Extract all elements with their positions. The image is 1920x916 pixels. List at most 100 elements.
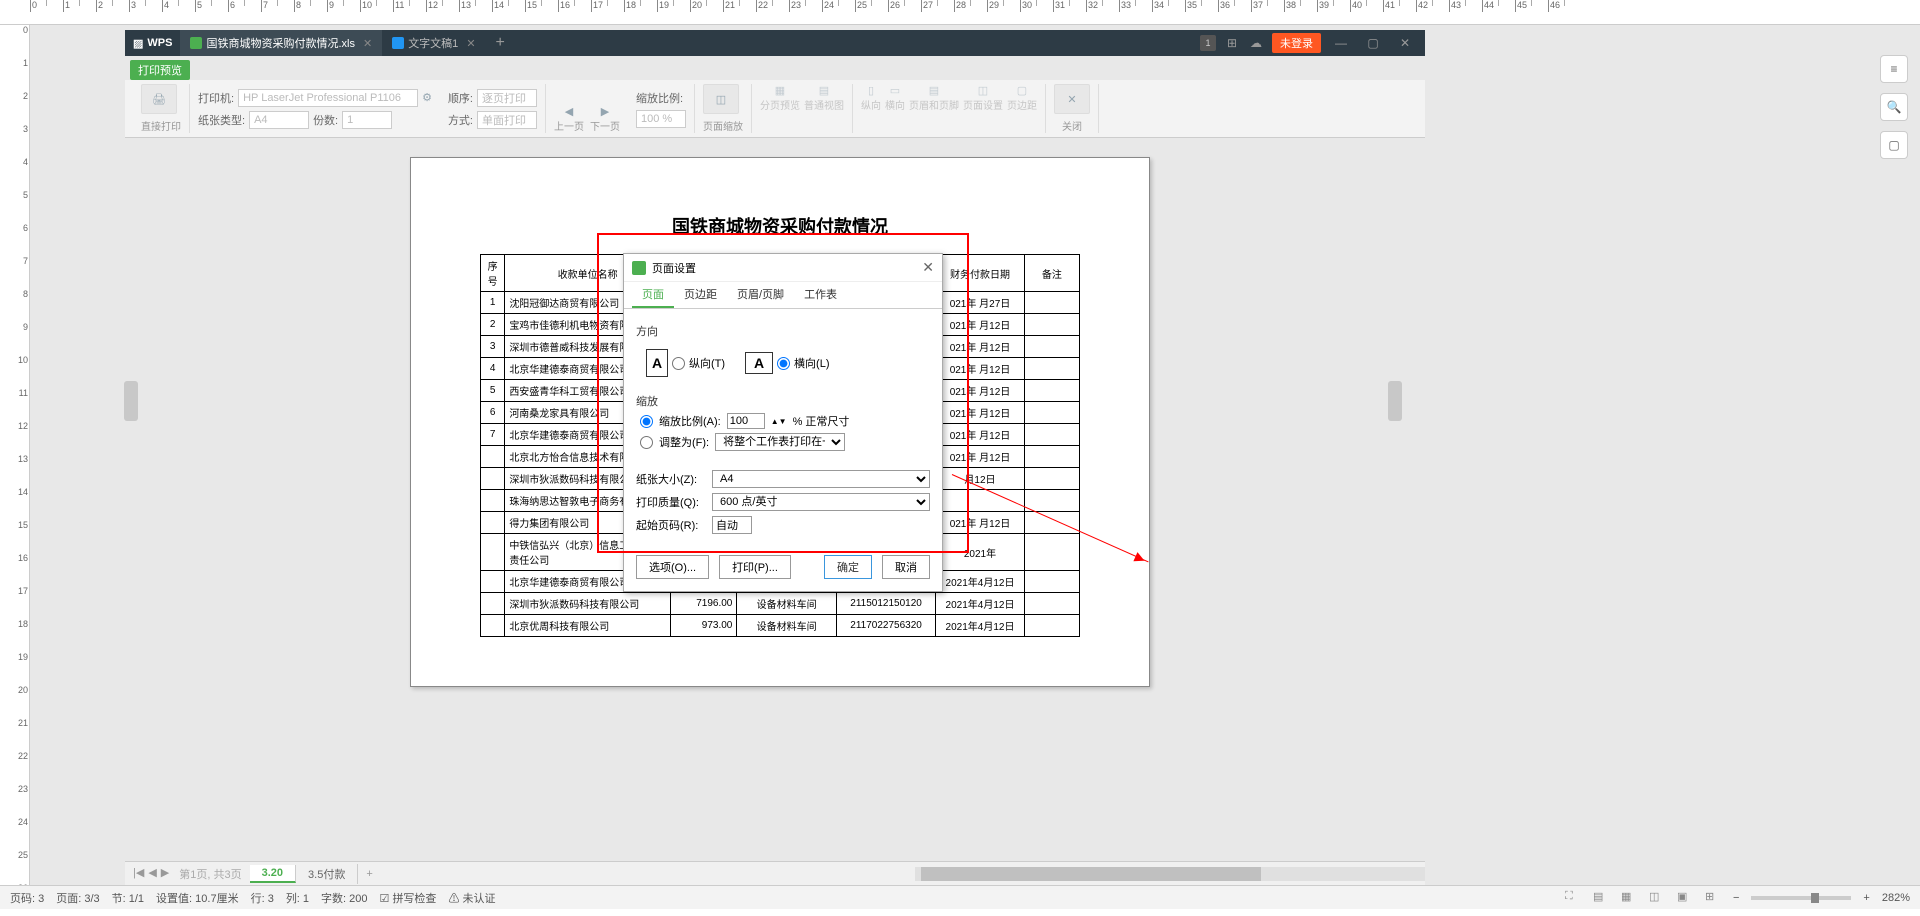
print-preview-badge: 打印预览	[130, 60, 190, 80]
paper-size-select[interactable]: A4	[712, 470, 930, 488]
status-auth[interactable]: ⚠ 未认证	[448, 890, 495, 906]
next-page-label: 下一页	[590, 118, 620, 133]
printer-label: 打印机:	[198, 90, 234, 106]
tab-spreadsheet[interactable]: 国铁商城物资采购付款情况.xls ✕	[180, 30, 382, 56]
fullscreen-icon[interactable]: ⛶	[1565, 890, 1581, 906]
dialog-close-button[interactable]: ✕	[922, 259, 934, 276]
sidebar-crop-icon[interactable]: ▢	[1880, 131, 1908, 159]
landscape-preview-icon: A	[745, 352, 773, 374]
scale-value-input[interactable]	[727, 413, 765, 429]
next-page-icon[interactable]: ▶	[590, 105, 620, 118]
dialog-app-icon	[632, 261, 646, 275]
direct-print-icon[interactable]: 🖨	[141, 84, 177, 114]
close-preview-icon[interactable]: ✕	[1054, 84, 1090, 114]
cancel-button[interactable]: 取消	[882, 555, 930, 579]
normal-view-icon: ▤	[804, 84, 844, 97]
scroll-handle-right[interactable]	[1388, 381, 1402, 421]
view-mode-2-icon[interactable]: ▦	[1621, 890, 1637, 906]
zoom-out-button[interactable]: −	[1733, 892, 1739, 904]
dialog-tab-header-footer[interactable]: 页眉/页脚	[727, 282, 794, 308]
notification-badge[interactable]: 1	[1200, 35, 1216, 51]
grid-icon[interactable]: ⊞	[1224, 35, 1240, 51]
dialog-tab-sheet[interactable]: 工作表	[794, 282, 847, 308]
sidebar-zoom-icon[interactable]: 🔍	[1880, 93, 1908, 121]
start-page-input[interactable]	[712, 516, 752, 534]
scroll-handle-left[interactable]	[124, 381, 138, 421]
status-bar: 页码: 3 页面: 3/3 节: 1/1 设置值: 10.7厘米 行: 3 列:…	[0, 885, 1920, 909]
page-setup-dialog: 页面设置 ✕ 页面 页边距 页眉/页脚 工作表 方向 A 纵向(T)	[623, 253, 943, 592]
printer-select[interactable]	[238, 89, 418, 107]
table-row: 北京优周科技有限公司973.00设备材料车间21170227563202021年…	[481, 615, 1080, 637]
status-spell-check[interactable]: ☑ 拼写检查	[380, 890, 437, 906]
fit-to-radio[interactable]	[640, 436, 653, 449]
portrait-label: 纵向(T)	[689, 355, 725, 371]
view-mode-4-icon[interactable]: ▣	[1677, 890, 1693, 906]
zoom-value[interactable]: 282%	[1882, 892, 1910, 904]
sidebar-paragraph-icon[interactable]: ≡	[1880, 55, 1908, 83]
zoom-in-button[interactable]: +	[1863, 892, 1869, 904]
close-button[interactable]: ✕	[1393, 36, 1417, 50]
page-scale-icon[interactable]: ◫	[703, 84, 739, 114]
document-title: 国铁商城物资采购付款情况	[411, 213, 1149, 239]
settings-icon[interactable]: ⚙	[422, 91, 432, 104]
dialog-tab-page[interactable]: 页面	[632, 282, 674, 308]
mode-select[interactable]	[477, 111, 537, 129]
wps-logo[interactable]: ▨WPS	[125, 37, 180, 50]
scale-group-label: 缩放	[636, 393, 930, 409]
landscape-radio[interactable]	[777, 357, 790, 370]
portrait-preview-icon: A	[646, 349, 668, 377]
print-quality-select[interactable]: 600 点/英寸	[712, 493, 930, 511]
scale-ratio-radio[interactable]	[640, 415, 653, 428]
print-button[interactable]: 打印(P)...	[719, 555, 791, 579]
login-button[interactable]: 未登录	[1272, 33, 1321, 53]
doc-icon	[392, 37, 404, 49]
portrait-radio[interactable]	[672, 357, 685, 370]
landscape-label: 横向(L)	[794, 355, 829, 371]
cloud-icon[interactable]: ☁	[1248, 35, 1264, 51]
zoom-input[interactable]	[636, 110, 686, 128]
sheet-info: 第1页, 共3页	[179, 866, 241, 882]
main-editing-area: ▨WPS 国铁商城物资采购付款情况.xls ✕ 文字文稿1 ✕ + 1 ⊞ ☁ …	[30, 25, 1920, 885]
sheet-first-icon[interactable]: |◀	[133, 866, 144, 882]
tab-document[interactable]: 文字文稿1 ✕	[382, 30, 485, 56]
view-mode-1-icon[interactable]: ▤	[1593, 890, 1609, 906]
sheet-prev-icon[interactable]: ◀	[148, 866, 156, 882]
new-tab-button[interactable]: +	[486, 34, 515, 52]
add-sheet-button[interactable]: +	[358, 868, 380, 880]
horizontal-scrollbar[interactable]	[915, 867, 1425, 881]
dialog-title: 页面设置	[652, 260, 696, 276]
table-row: 深圳市狄派数码科技有限公司7196.00设备材料车间21150121501202…	[481, 593, 1080, 615]
order-select[interactable]	[477, 89, 537, 107]
sheet-next-icon[interactable]: ▶	[161, 866, 169, 882]
dialog-tab-margins[interactable]: 页边距	[674, 282, 727, 308]
header-footer-icon[interactable]: ▤	[909, 84, 959, 97]
sheet-tabs-bar: |◀ ◀ ▶ 第1页, 共3页 3.20 3.5付款 +	[125, 861, 1425, 885]
fit-to-select[interactable]: 将整个工作表打印在一页	[715, 433, 845, 451]
ok-button[interactable]: 确定	[824, 555, 872, 579]
scale-unit: % 正常尺寸	[793, 413, 850, 429]
page-setup-icon[interactable]: ◫	[963, 84, 1003, 97]
page-scale-label: 页面缩放	[703, 118, 743, 133]
direction-group-label: 方向	[636, 323, 930, 339]
scale-ratio-label: 缩放比例(A):	[659, 413, 721, 429]
sheet-tab-35payment[interactable]: 3.5付款	[296, 864, 358, 884]
prev-page-icon[interactable]: ◀	[554, 105, 584, 118]
minimize-button[interactable]: —	[1329, 36, 1353, 50]
portrait-icon[interactable]: ▯	[861, 84, 881, 97]
maximize-button[interactable]: ▢	[1361, 36, 1385, 50]
paper-type-select[interactable]	[249, 111, 309, 129]
margins-icon[interactable]: ▢	[1007, 84, 1037, 97]
view-mode-3-icon[interactable]: ◫	[1649, 890, 1665, 906]
view-mode-5-icon[interactable]: ⊞	[1705, 890, 1721, 906]
copies-input[interactable]	[342, 111, 392, 129]
zoom-slider[interactable]	[1751, 896, 1851, 900]
landscape-icon[interactable]: ▭	[885, 84, 905, 97]
right-sidebar: ≡ 🔍 ▢	[1880, 55, 1910, 159]
sheet-tab-320[interactable]: 3.20	[250, 865, 296, 883]
close-icon[interactable]: ✕	[363, 37, 372, 50]
zoom-ratio-label: 缩放比例:	[636, 90, 683, 106]
tab-label: 文字文稿1	[408, 35, 458, 51]
close-icon[interactable]: ✕	[466, 37, 475, 50]
options-button[interactable]: 选项(O)...	[636, 555, 709, 579]
copies-label: 份数:	[313, 112, 338, 128]
